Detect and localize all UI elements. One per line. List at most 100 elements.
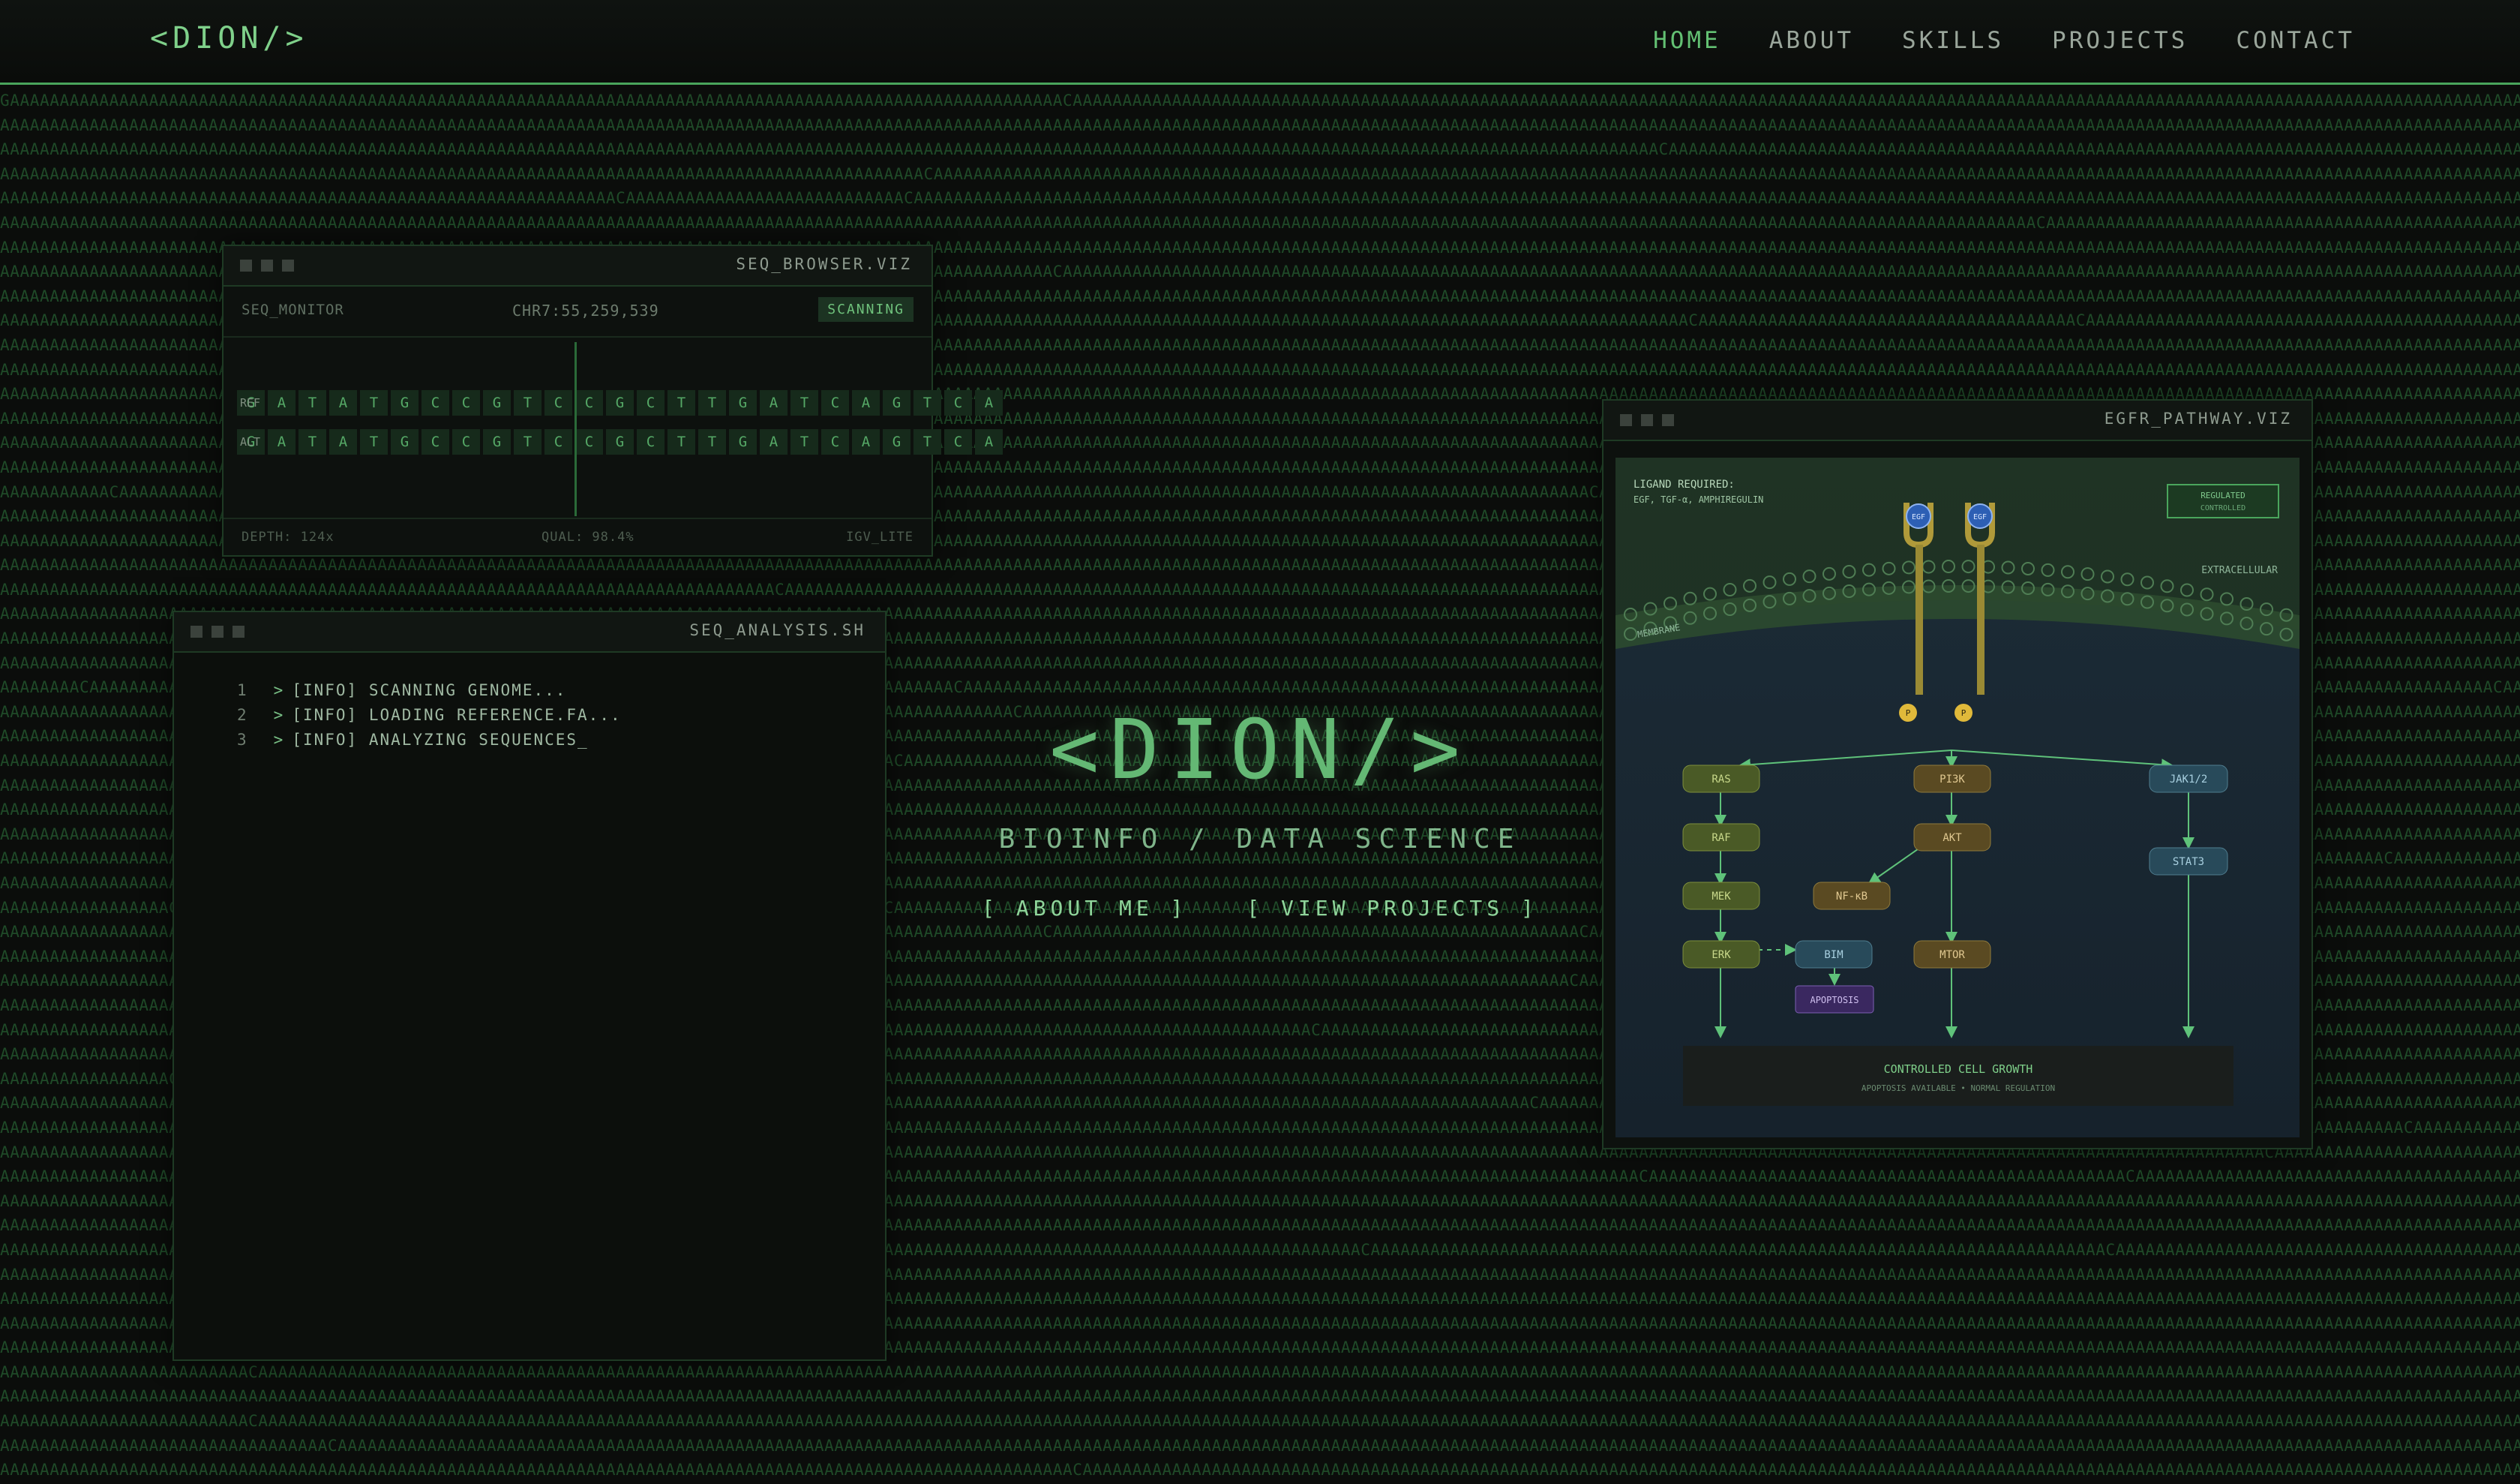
ref-base: T: [790, 390, 818, 416]
alt-base: T: [514, 429, 542, 455]
ref-base: C: [544, 390, 572, 416]
window-controls: [190, 626, 244, 638]
regulated-badge: [2167, 484, 2279, 518]
dna-bg-line: AAAAAAAAAAAAAAAAAAAAAAAAACAAAAAAAAAAAAAA…: [0, 1362, 2520, 1381]
ref-sequence-row: GATATGCCGTCCGCTTGATCAGTCA: [237, 390, 1003, 416]
egfr-title: EGFR_PATHWAY.VIZ: [2104, 410, 2292, 428]
seq-browser-header: SEQ_MONITOR CHR7:55,259,539 SCANNING: [224, 285, 932, 338]
dna-bg-line: AAAAAAAAAAAAAAAAAAAAAAAAAAAAAAAAAAAAAAAA…: [0, 164, 2520, 183]
ref-base: G: [606, 390, 634, 416]
window-controls: [240, 260, 294, 272]
ref-base: G: [483, 390, 511, 416]
svg-text:STAT3: STAT3: [2173, 856, 2204, 868]
close-dot-icon[interactable]: [190, 626, 202, 638]
quality-readout: QUAL: 98.4%: [542, 530, 634, 545]
alt-base: C: [637, 429, 664, 455]
alt-base: G: [729, 429, 757, 455]
close-dot-icon[interactable]: [1620, 414, 1632, 426]
alt-base: G: [606, 429, 634, 455]
ref-base: C: [821, 390, 849, 416]
alt-base: C: [452, 429, 480, 455]
alt-base: T: [790, 429, 818, 455]
seq-browser-window[interactable]: SEQ_BROWSER.VIZ SEQ_MONITOR CHR7:55,259,…: [222, 245, 1003, 557]
window-controls: [1620, 414, 1674, 426]
dna-bg-line: AAAAAAAAAAAAAAAAAAAAAAAAAAAAAAAAAAAAAAAA…: [0, 140, 2520, 159]
dna-bg-line: AAAAAAAAAAAAAAAAAAAAAAAAAAAAAAAAACAAAAAA…: [0, 1436, 2520, 1455]
node-bim: BIM: [1795, 940, 1873, 969]
position-cursor: [574, 342, 577, 516]
ref-base: T: [698, 390, 726, 416]
hero-subtitle: BIOINFO / DATA SCIENCE: [998, 824, 1522, 855]
navbar: <DION/> HOME ABOUT SKILLS PROJECTS CONTA…: [0, 0, 2520, 85]
seq-browser-footer: DEPTH: 124x QUAL: 98.4% IGV_LITE: [224, 518, 932, 555]
alt-base: T: [668, 429, 695, 455]
seq-browser-titlebar[interactable]: SEQ_BROWSER.VIZ: [224, 246, 932, 287]
alt-base: C: [544, 429, 572, 455]
ref-base: G: [391, 390, 418, 416]
nav-link-skills[interactable]: SKILLS: [1902, 27, 2004, 54]
node-apoptosis: APOPTOSIS: [1795, 985, 1874, 1014]
ref-label: REF: [240, 396, 261, 410]
badge-line-1: REGULATED: [2200, 491, 2246, 500]
dna-bg-line: AAAAAAAAAAAAAAAAAAAAAAAAAAAAAAAAAAAAAAAA…: [0, 189, 2520, 208]
viewer-name: IGV_LITE: [846, 530, 914, 545]
maximize-dot-icon[interactable]: [1662, 414, 1674, 426]
close-dot-icon[interactable]: [240, 260, 252, 272]
outcome-subtitle: APOPTOSIS AVAILABLE • NORMAL REGULATION: [1862, 1083, 2055, 1093]
maximize-dot-icon[interactable]: [282, 260, 294, 272]
nav-logo[interactable]: <DION/>: [150, 21, 308, 56]
ref-base: T: [298, 390, 326, 416]
seq-monitor-label: SEQ_MONITOR: [242, 302, 344, 318]
alt-sequence-row: GATATGCCGTCCGCTTGATCAGTCA: [237, 429, 1003, 455]
alt-base: T: [360, 429, 388, 455]
seq-analysis-title: SEQ_ANALYSIS.SH: [689, 621, 866, 639]
ref-base: G: [729, 390, 757, 416]
alt-base: C: [575, 429, 603, 455]
nav-link-contact[interactable]: CONTACT: [2236, 27, 2355, 54]
about-me-button[interactable]: [ ABOUT ME ]: [982, 896, 1187, 921]
minimize-dot-icon[interactable]: [261, 260, 273, 272]
ref-base: C: [944, 390, 972, 416]
terminal-line: 1 > [INFO] SCANNING GENOME...: [237, 681, 567, 699]
alt-base: G: [391, 429, 418, 455]
view-projects-button[interactable]: [ VIEW PROJECTS ]: [1246, 896, 1538, 921]
ref-base: T: [514, 390, 542, 416]
seq-analysis-titlebar[interactable]: SEQ_ANALYSIS.SH: [174, 612, 885, 653]
badge-line-2: CONTROLLED: [2200, 504, 2246, 512]
alt-base: T: [298, 429, 326, 455]
ref-base: A: [268, 390, 296, 416]
ref-base: T: [360, 390, 388, 416]
svg-text:EGF: EGF: [1973, 513, 1987, 521]
locus-readout: CHR7:55,259,539: [512, 302, 659, 320]
svg-text:APOPTOSIS: APOPTOSIS: [1810, 995, 1858, 1005]
ref-base: C: [637, 390, 664, 416]
ref-base: C: [452, 390, 480, 416]
minimize-dot-icon[interactable]: [212, 626, 224, 638]
hero-logo: <DION/>: [1049, 701, 1471, 798]
alt-base: C: [821, 429, 849, 455]
alt-base: A: [329, 429, 357, 455]
alt-base: T: [914, 429, 941, 455]
alt-base: C: [944, 429, 972, 455]
maximize-dot-icon[interactable]: [232, 626, 244, 638]
nav-link-projects[interactable]: PROJECTS: [2052, 27, 2188, 54]
ligand-list: EGF, TGF-α, AMPHIREGULIN: [1634, 494, 1763, 505]
egfr-pathway-diagram: LIGAND REQUIRED: EGF, TGF-α, AMPHIREGULI…: [1616, 458, 2300, 1137]
ligand-title: LIGAND REQUIRED:: [1634, 479, 1735, 491]
ref-base: G: [883, 390, 910, 416]
dna-bg-line: AAAAAAAAAAAAAAAAAAAAAAAAAAAAAAAAAAAAAAAA…: [0, 213, 2520, 232]
alt-base: G: [483, 429, 511, 455]
seq-browser-title: SEQ_BROWSER.VIZ: [736, 255, 912, 273]
egfr-titlebar[interactable]: EGFR_PATHWAY.VIZ: [1604, 401, 2312, 441]
minimize-dot-icon[interactable]: [1641, 414, 1653, 426]
nav-link-about[interactable]: ABOUT: [1769, 27, 1854, 54]
ref-base: A: [760, 390, 788, 416]
ref-base: A: [852, 390, 880, 416]
alt-label: ALT: [240, 435, 261, 449]
alt-base: C: [422, 429, 449, 455]
dna-bg-line: AAAAAAAAAAAAAAAAAAAAAAAAAAAAAAAAAAAAAAAA…: [0, 1387, 2520, 1406]
nav-link-home[interactable]: HOME: [1653, 27, 1721, 54]
svg-text:MTOR: MTOR: [1940, 949, 1965, 961]
svg-text:ERK: ERK: [1712, 949, 1731, 961]
outcome-title: CONTROLLED CELL GROWTH: [1884, 1062, 2033, 1076]
